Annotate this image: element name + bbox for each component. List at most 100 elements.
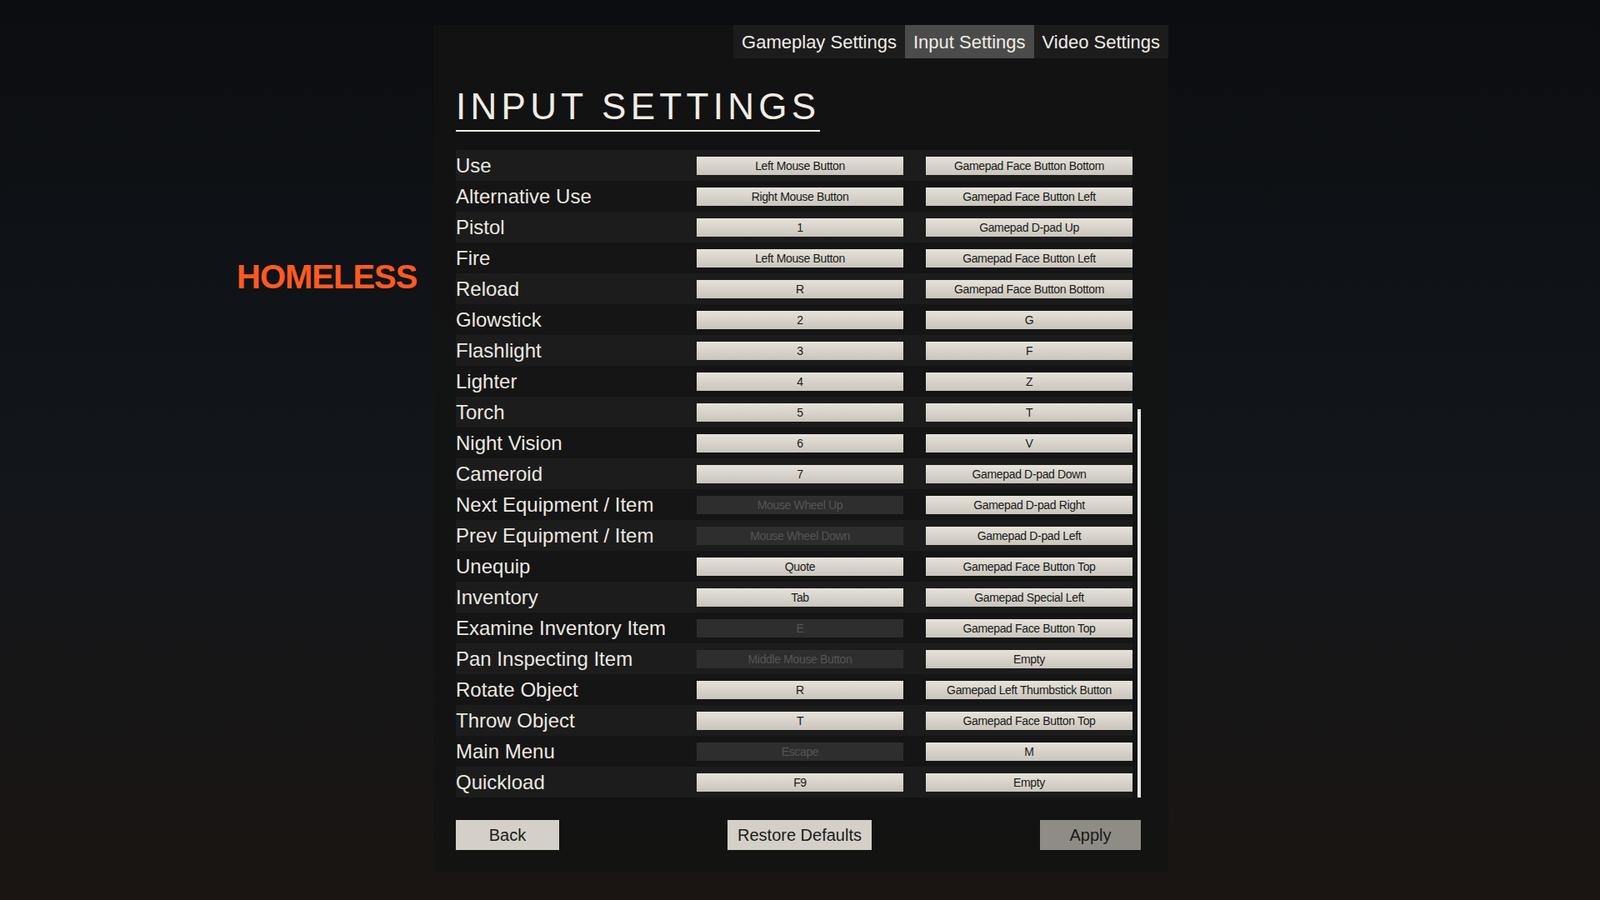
binding-row: ReloadR Gamepad Face Button Bottom [455,273,1133,305]
tab-bar: Gameplay SettingsInput SettingsVideo Set… [433,25,1169,59]
footer-button[interactable]: Restore Defaults [727,820,872,850]
binding-row: Flashlight3 F [455,335,1133,366]
binding-button[interactable]: Gamepad D-pad Down [925,465,1133,484]
settings-tab[interactable]: Input Settings [905,25,1035,59]
binding-row: QuickloadF9 Empty [455,766,1133,798]
binding-button[interactable]: 1 [696,218,904,237]
action-label: Night Vision [455,433,697,454]
binding-row: Lighter4 Z [455,365,1133,397]
binding-button[interactable]: V [925,434,1133,453]
action-label: Glowstick [455,310,697,330]
binding-button[interactable]: Gamepad Face Button Bottom [925,280,1133,299]
action-label: Flashlight [455,340,697,361]
binding-row: Torch5 T [455,396,1133,428]
binding-row: UseLeft Mouse Button Gamepad Face Button … [455,150,1133,181]
binding-button[interactable]: F9 [696,773,904,792]
footer-button[interactable]: Back [455,820,560,850]
binding-button[interactable]: R [696,280,904,299]
button-row: Back Restore Defaults Apply [455,820,1141,850]
binding-button[interactable]: Z [925,372,1133,391]
logo-area: HOMELESS [236,25,434,900]
binding-button[interactable]: Gamepad Special Left [925,588,1133,607]
binding-button: Escape [696,742,904,761]
settings-tab[interactable]: Video Settings [1034,25,1169,59]
action-label: Cameroid [455,464,697,485]
binding-button[interactable]: Gamepad Face Button Top [925,557,1133,576]
binding-row: Pan Inspecting ItemMiddle Mouse Button Em… [455,643,1133,675]
binding-button: E [696,619,904,638]
binding-button[interactable]: Gamepad D-pad Right [925,495,1133,515]
action-label: Lighter [455,371,697,392]
page-title: INPUT SETTINGS [455,88,820,132]
action-label: Alternative Use [455,186,697,207]
panel-content: INPUT SETTINGSUseLeft Mouse ButtonGamepa… [433,58,1169,850]
binding-button[interactable]: 6 [696,434,904,453]
binding-row: Alternative UseRight Mouse Button Gamepad… [455,180,1133,212]
binding-button[interactable]: T [925,403,1133,422]
binding-button[interactable]: F [925,341,1133,360]
binding-button: Mouse Wheel Down [696,526,904,545]
action-label: Next Equipment / Item [455,495,697,515]
binding-row: Rotate ObjectR Gamepad Left Thumbstick Bu… [455,674,1133,705]
action-label: Main Menu [455,741,697,762]
binding-row: Examine Inventory ItemE Gamepad Face Butt… [455,612,1133,644]
binding-button[interactable]: 2 [696,310,904,330]
binding-row: Main MenuEscape M [455,735,1133,767]
settings-panel: Gameplay SettingsInput SettingsVideo Set… [433,25,1169,873]
action-label: Rotate Object [455,680,697,700]
binding-button[interactable]: T [696,711,904,730]
binding-button[interactable]: Tab [696,588,904,607]
binding-button[interactable]: 4 [696,372,904,391]
action-label: Inventory [455,587,697,608]
binding-row: FireLeft Mouse Button Gamepad Face Button… [455,242,1133,274]
binding-button[interactable]: R [696,680,904,700]
game-logo: HOMELESS [236,260,434,294]
action-label: Use [455,155,697,176]
action-label: Throw Object [455,710,697,731]
binding-button[interactable]: Quote [696,557,904,576]
action-label: Pistol [455,217,697,238]
scrollbar-thumb[interactable] [1137,409,1141,798]
binding-row: Night Vision6 V [455,427,1133,459]
action-label: Pan Inspecting Item [455,649,697,670]
binding-button[interactable]: Gamepad Face Button Bottom [925,156,1133,175]
binding-button[interactable]: Left Mouse Button [696,156,904,175]
binding-button[interactable]: Gamepad D-pad Up [925,218,1133,237]
action-label: Examine Inventory Item [455,618,697,639]
binding-row: InventoryTab Gamepad Special Left [455,581,1133,613]
binding-button[interactable]: Right Mouse Button [696,187,904,206]
binding-row: Throw ObjectT Gamepad Face Button Top [455,705,1133,736]
action-label: Prev Equipment / Item [455,525,697,546]
action-label: Torch [455,402,697,423]
action-label: Unequip [455,556,697,577]
binding-button: Mouse Wheel Up [696,495,904,515]
binding-button[interactable]: Left Mouse Button [696,249,904,268]
action-label: Reload [455,279,697,300]
scrollbar-track[interactable] [1137,150,1141,798]
binding-row: UnequipQuote Gamepad Face Button Top [455,550,1133,582]
binding-button[interactable]: M [925,742,1133,761]
binding-button[interactable]: G [925,310,1133,330]
binding-button[interactable]: Gamepad Face Button Top [925,711,1133,730]
action-label: Fire [455,248,697,269]
screen: HOMELESSGameplay SettingsInput SettingsV… [0,0,1600,900]
binding-row: Next Equipment / ItemMouse Wheel Up Gamep… [455,489,1133,520]
binding-button[interactable]: 5 [696,403,904,422]
settings-tab[interactable]: Gameplay Settings [733,25,905,59]
binding-button[interactable]: Gamepad Face Button Left [925,249,1133,268]
binding-button: Middle Mouse Button [696,650,904,669]
action-label: Quickload [455,772,697,793]
binding-row: Cameroid7 Gamepad D-pad Down [455,458,1133,490]
binding-button[interactable]: 7 [696,465,904,484]
binding-button[interactable]: 3 [696,341,904,360]
binding-row: Pistol1 Gamepad D-pad Up [455,211,1133,243]
binding-button[interactable]: Gamepad D-pad Left [925,526,1133,545]
bindings-list: UseLeft Mouse ButtonGamepad Face Button … [455,150,1133,798]
binding-button[interactable]: Gamepad Left Thumbstick Button [925,680,1133,700]
binding-button[interactable]: Gamepad Face Button Top [925,619,1133,638]
binding-row: Prev Equipment / ItemMouse Wheel Down Gam… [455,520,1133,551]
binding-button[interactable]: Empty [925,773,1133,792]
binding-button[interactable]: Empty [925,650,1133,669]
binding-button[interactable]: Gamepad Face Button Left [925,187,1133,206]
footer-button[interactable]: Apply [1040,820,1141,850]
